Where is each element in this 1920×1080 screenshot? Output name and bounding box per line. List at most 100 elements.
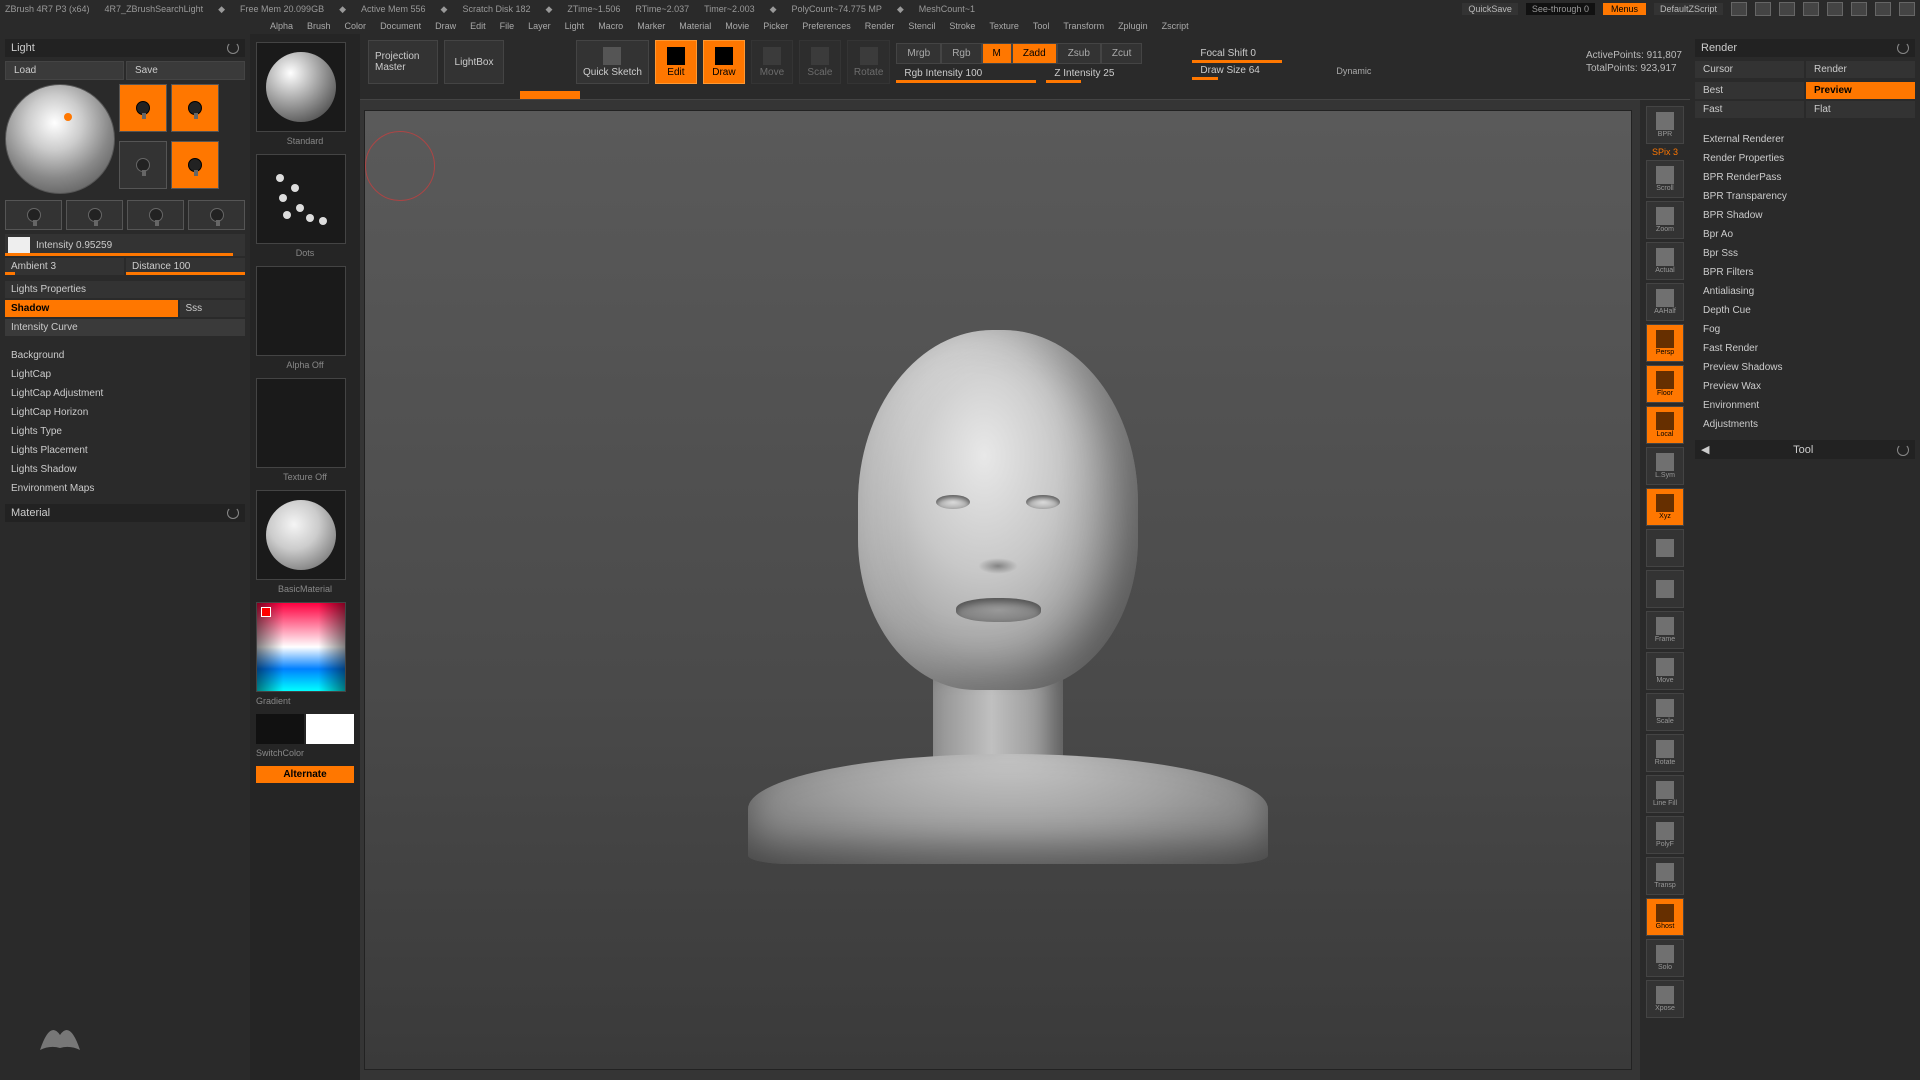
rail-polyf[interactable]: PolyF <box>1646 816 1684 854</box>
scale-button[interactable]: Scale <box>799 40 841 84</box>
spix-label[interactable]: SPix 3 <box>1652 147 1678 157</box>
move-button[interactable]: Move <box>751 40 793 84</box>
rail-aahalf[interactable]: AAHalf <box>1646 283 1684 321</box>
layout-icon[interactable] <box>1779 2 1795 16</box>
menu-picker[interactable]: Picker <box>763 21 788 31</box>
menu-brush[interactable]: Brush <box>307 21 331 31</box>
gradient-label[interactable]: Gradient <box>256 696 354 706</box>
canvas-viewport[interactable] <box>364 110 1632 1070</box>
menu-macro[interactable]: Macro <box>598 21 623 31</box>
minimize-icon[interactable] <box>1851 2 1867 16</box>
bpr-button[interactable]: BPR <box>1646 106 1684 144</box>
rail-rotate[interactable]: Rotate <box>1646 734 1684 772</box>
quick-sketch-button[interactable]: Quick Sketch <box>576 40 649 84</box>
section-lights-placement[interactable]: Lights Placement <box>5 441 245 460</box>
render-external-renderer[interactable]: External Renderer <box>1695 130 1915 149</box>
lights-properties-header[interactable]: Lights Properties <box>5 281 245 298</box>
menu-marker[interactable]: Marker <box>637 21 665 31</box>
menu-movie[interactable]: Movie <box>725 21 749 31</box>
sss-toggle[interactable]: Sss <box>180 300 246 317</box>
rail-floor[interactable]: Floor <box>1646 365 1684 403</box>
reload-icon[interactable] <box>227 42 239 54</box>
rail-ghost[interactable]: Ghost <box>1646 898 1684 936</box>
color-picker[interactable] <box>256 602 346 692</box>
intensity-slider[interactable]: Intensity 0.95259 <box>5 234 245 256</box>
section-background[interactable]: Background <box>5 346 245 365</box>
primary-color[interactable] <box>306 714 354 744</box>
light-slot-5[interactable] <box>5 200 62 230</box>
shadow-toggle[interactable]: Shadow <box>5 300 178 317</box>
menu-layer[interactable]: Layer <box>528 21 551 31</box>
reload-icon[interactable] <box>1897 42 1909 54</box>
menu-material[interactable]: Material <box>679 21 711 31</box>
material-selector[interactable] <box>256 490 346 580</box>
rail-line-fill[interactable]: Line Fill <box>1646 775 1684 813</box>
render-bpr-ao[interactable]: Bpr Ao <box>1695 225 1915 244</box>
intensity-curve-button[interactable]: Intensity Curve <box>5 319 245 336</box>
rail-actual[interactable]: Actual <box>1646 242 1684 280</box>
menu-stencil[interactable]: Stencil <box>908 21 935 31</box>
light-slot-3[interactable] <box>119 141 167 189</box>
rail-xyz[interactable]: Xyz <box>1646 488 1684 526</box>
cursor-button[interactable]: Cursor <box>1695 61 1804 78</box>
menu-texture[interactable]: Texture <box>989 21 1019 31</box>
light-color-swatch[interactable] <box>8 237 30 253</box>
render-bpr-renderpass[interactable]: BPR RenderPass <box>1695 168 1915 187</box>
light-direction-sphere[interactable] <box>5 84 115 194</box>
help-icon[interactable] <box>1827 2 1843 16</box>
mrgb-button[interactable]: Mrgb <box>896 43 941 64</box>
layout-icon[interactable] <box>1755 2 1771 16</box>
close-icon[interactable] <box>1899 2 1915 16</box>
layout-icon[interactable] <box>1731 2 1747 16</box>
light-slot-2[interactable] <box>171 84 219 132</box>
rail-solo[interactable]: Solo <box>1646 939 1684 977</box>
load-button[interactable]: Load <box>5 61 124 80</box>
ambient-slider[interactable]: Ambient 3 <box>5 258 124 275</box>
zcut-button[interactable]: Zcut <box>1101 43 1142 64</box>
menu-render[interactable]: Render <box>865 21 895 31</box>
section-lightcap[interactable]: LightCap <box>5 365 245 384</box>
timeline-ruler[interactable] <box>360 90 1690 100</box>
stroke-selector[interactable] <box>256 154 346 244</box>
menu-file[interactable]: File <box>500 21 515 31</box>
seethrough-slider[interactable]: See-through 0 <box>1526 3 1595 15</box>
render-fog[interactable]: Fog <box>1695 320 1915 339</box>
render-preview-shadows[interactable]: Preview Shadows <box>1695 358 1915 377</box>
light-slot-7[interactable] <box>127 200 184 230</box>
brush-selector[interactable] <box>256 42 346 132</box>
menu-color[interactable]: Color <box>345 21 367 31</box>
z-intensity-slider[interactable]: Z Intensity 25 <box>1046 66 1186 81</box>
rail-scroll[interactable]: Scroll <box>1646 160 1684 198</box>
render-environment[interactable]: Environment <box>1695 396 1915 415</box>
zadd-button[interactable]: Zadd <box>1012 43 1057 64</box>
menus-toggle[interactable]: Menus <box>1603 3 1646 15</box>
best-button[interactable]: Best <box>1695 82 1804 99</box>
render-antialiasing[interactable]: Antialiasing <box>1695 282 1915 301</box>
rail-btn[interactable] <box>1646 529 1684 567</box>
section-lightcap-horizon[interactable]: LightCap Horizon <box>5 403 245 422</box>
lightbox-button[interactable]: LightBox <box>444 40 504 84</box>
edit-button[interactable]: Edit <box>655 40 697 84</box>
rail-transp[interactable]: Transp <box>1646 857 1684 895</box>
render-bpr-transparency[interactable]: BPR Transparency <box>1695 187 1915 206</box>
switch-color-button[interactable]: SwitchColor <box>256 748 354 758</box>
texture-selector[interactable] <box>256 378 346 468</box>
zsub-button[interactable]: Zsub <box>1057 43 1101 64</box>
draw-button[interactable]: Draw <box>703 40 745 84</box>
distance-slider[interactable]: Distance 100 <box>126 258 245 275</box>
rail-zoom[interactable]: Zoom <box>1646 201 1684 239</box>
rail-btn[interactable] <box>1646 570 1684 608</box>
render-bpr-sss[interactable]: Bpr Sss <box>1695 244 1915 263</box>
flat-button[interactable]: Flat <box>1806 101 1915 118</box>
menu-document[interactable]: Document <box>380 21 421 31</box>
preview-button[interactable]: Preview <box>1806 82 1915 99</box>
reload-icon[interactable] <box>1897 444 1909 456</box>
menu-tool[interactable]: Tool <box>1033 21 1050 31</box>
menu-alpha[interactable]: Alpha <box>270 21 293 31</box>
menu-zscript[interactable]: Zscript <box>1162 21 1189 31</box>
section-environment-maps[interactable]: Environment Maps <box>5 479 245 498</box>
rail-move[interactable]: Move <box>1646 652 1684 690</box>
rail-l-sym[interactable]: L.Sym <box>1646 447 1684 485</box>
secondary-color[interactable] <box>256 714 304 744</box>
default-zscript[interactable]: DefaultZScript <box>1654 3 1723 15</box>
